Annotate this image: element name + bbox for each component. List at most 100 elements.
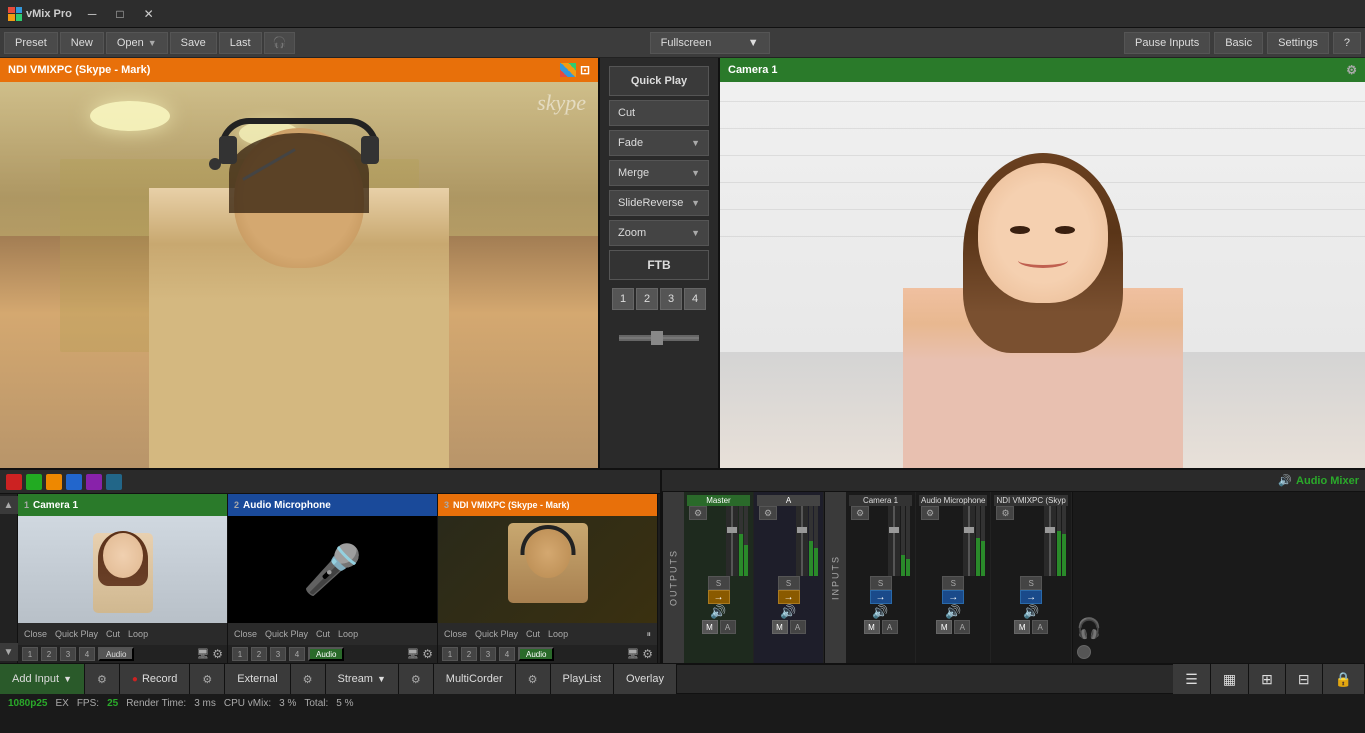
input-num-2-1[interactable]: 1	[232, 647, 248, 661]
scroll-up-button[interactable]: ▲	[0, 496, 18, 514]
input-num-1-3[interactable]: 3	[60, 647, 76, 661]
audiomix-fader[interactable]	[963, 506, 975, 576]
input-num-1-4[interactable]: 4	[79, 647, 95, 661]
a-speaker-icon[interactable]: 🔊	[780, 604, 796, 620]
quick-play-button[interactable]: Quick Play	[609, 66, 709, 96]
master-a-button[interactable]: A	[720, 620, 736, 634]
slide-reverse-button[interactable]: SlideReverse ▼	[609, 190, 709, 216]
add-input-settings-button[interactable]: ⚙	[85, 664, 120, 694]
a-gear-button[interactable]: ⚙	[759, 506, 777, 520]
input-quickplay-2[interactable]: Quick Play	[263, 629, 310, 639]
open-button[interactable]: Open ▼	[106, 32, 168, 54]
merge-button[interactable]: Merge ▼	[609, 160, 709, 186]
minimize-button[interactable]: ─	[80, 5, 105, 23]
record-dot[interactable]	[1077, 645, 1091, 659]
input-num-3-2[interactable]: 2	[461, 647, 477, 661]
mixer-speaker-icon[interactable]: 🔊	[1278, 474, 1292, 487]
input-audio-2[interactable]: Audio	[308, 647, 344, 661]
audiomix-arr-button[interactable]: →	[942, 590, 964, 604]
maximize-button[interactable]: □	[108, 5, 131, 23]
input-cut-2[interactable]: Cut	[314, 629, 332, 639]
input-close-2[interactable]: Close	[232, 629, 259, 639]
overlay-button[interactable]: Overlay	[614, 664, 677, 694]
color-dot-green[interactable]	[26, 474, 42, 490]
trans-num-2[interactable]: 2	[636, 288, 658, 310]
preset-button[interactable]: Preset	[4, 32, 58, 54]
input-audio-3[interactable]: Audio	[518, 647, 554, 661]
input-audio-1[interactable]: Audio	[98, 647, 134, 661]
input-loop-1[interactable]: Loop	[126, 629, 150, 639]
playlist-button[interactable]: PlayList	[551, 664, 615, 694]
cam1-speaker-icon[interactable]: 🔊	[872, 604, 888, 620]
audiomix-fader-thumb[interactable]	[964, 527, 974, 533]
scroll-down-button[interactable]: ▼	[0, 643, 18, 661]
transition-slider[interactable]	[619, 335, 699, 341]
cam1-fader[interactable]	[888, 506, 900, 576]
add-input-button[interactable]: Add Input ▼	[0, 664, 85, 694]
input-num-2-2[interactable]: 2	[251, 647, 267, 661]
external-settings-button[interactable]: ⚙	[291, 664, 326, 694]
input-loop-3[interactable]: Loop	[546, 629, 570, 639]
input-close-1[interactable]: Close	[22, 629, 49, 639]
ndi-m-button[interactable]: M	[1014, 620, 1030, 634]
input-num-3-1[interactable]: 1	[442, 647, 458, 661]
color-picker-icon[interactable]	[560, 63, 576, 77]
settings-button[interactable]: Settings	[1267, 32, 1329, 54]
multicorder-button[interactable]: MultiCorder	[434, 664, 516, 694]
a-arr-button[interactable]: →	[778, 590, 800, 604]
color-dot-blue[interactable]	[66, 474, 82, 490]
master-m-button[interactable]: M	[702, 620, 718, 634]
master-fader-thumb[interactable]	[727, 527, 737, 533]
color-dot-orange[interactable]	[46, 474, 62, 490]
record-button[interactable]: ● Record	[120, 664, 191, 694]
a-s-button[interactable]: S	[778, 576, 800, 590]
master-speaker-icon[interactable]: 🔊	[710, 604, 726, 620]
input-monitor-icon-1[interactable]: 🖥	[197, 647, 210, 661]
color-dot-red[interactable]	[6, 474, 22, 490]
zoom-button[interactable]: Zoom ▼	[609, 220, 709, 246]
cam1-m-button[interactable]: M	[864, 620, 880, 634]
basic-button[interactable]: Basic	[1214, 32, 1263, 54]
a-fader[interactable]	[796, 506, 808, 576]
audiomix-a-button[interactable]: A	[954, 620, 970, 634]
stream-settings-button[interactable]: ⚙	[399, 664, 434, 694]
ndi-speaker-icon[interactable]: 🔊	[1023, 604, 1039, 620]
overlay-list-icon[interactable]: ☰	[1173, 664, 1211, 694]
ndi-fader-thumb[interactable]	[1045, 527, 1055, 533]
multicorder-settings-button[interactable]: ⚙	[516, 664, 551, 694]
a-m-button[interactable]: M	[772, 620, 788, 634]
input-close-3[interactable]: Close	[442, 629, 469, 639]
color-dot-teal[interactable]	[106, 474, 122, 490]
trans-num-1[interactable]: 1	[612, 288, 634, 310]
ndi-arr-button[interactable]: →	[1020, 590, 1042, 604]
input-num-1-1[interactable]: 1	[22, 647, 38, 661]
master-arr-button[interactable]: →	[708, 590, 730, 604]
cam1-gear-button[interactable]: ⚙	[851, 506, 869, 520]
a-a-button[interactable]: A	[790, 620, 806, 634]
a-fader-thumb[interactable]	[797, 527, 807, 533]
input-num-2-4[interactable]: 4	[289, 647, 305, 661]
headphone-button[interactable]: 🎧	[264, 32, 296, 54]
input-quickplay-3[interactable]: Quick Play	[473, 629, 520, 639]
ftb-button[interactable]: FTB	[609, 250, 709, 280]
ndi-gear-button[interactable]: ⚙	[996, 506, 1014, 520]
overlay-bar-icon[interactable]: ▦	[1211, 664, 1249, 694]
pause-inputs-button[interactable]: Pause Inputs	[1124, 32, 1210, 54]
ndi-a-button[interactable]: A	[1032, 620, 1048, 634]
input-num-3-3[interactable]: 3	[480, 647, 496, 661]
fullscreen-button[interactable]: Fullscreen ▼	[650, 32, 770, 54]
resize-icon[interactable]: ⊡	[580, 63, 590, 77]
cam1-s-button[interactable]: S	[870, 576, 892, 590]
cam1-a-button[interactable]: A	[882, 620, 898, 634]
overlay-lock-icon[interactable]: 🔒	[1323, 664, 1365, 694]
save-button[interactable]: Save	[170, 32, 217, 54]
cut-button[interactable]: Cut	[609, 100, 709, 126]
cam1-fader-thumb[interactable]	[889, 527, 899, 533]
close-button[interactable]: ✕	[136, 5, 162, 23]
ndi-s-button[interactable]: S	[1020, 576, 1042, 590]
record-settings-button[interactable]: ⚙	[190, 664, 225, 694]
input-gear-2[interactable]: ⚙	[422, 647, 433, 661]
last-button[interactable]: Last	[219, 32, 262, 54]
audiomix-s-button[interactable]: S	[942, 576, 964, 590]
audiomix-speaker-icon[interactable]: 🔊	[945, 604, 961, 620]
